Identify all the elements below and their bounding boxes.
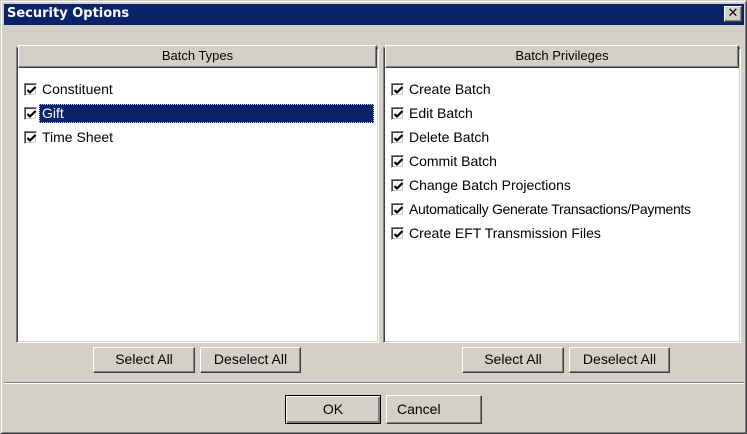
- checkbox-time-sheet[interactable]: [24, 131, 37, 144]
- list-item-label: Constituent: [42, 81, 113, 97]
- list-item-create-eft-files[interactable]: Create EFT Transmission Files: [387, 224, 737, 248]
- checkbox-create-batch[interactable]: [391, 83, 404, 96]
- close-button[interactable]: ✕: [724, 6, 742, 22]
- list-item-constituent[interactable]: Constituent: [20, 80, 375, 104]
- list-item-label: Create EFT Transmission Files: [409, 225, 601, 241]
- batch-types-deselect-all-button[interactable]: Deselect All: [200, 347, 301, 373]
- checkmark-icon: [26, 86, 37, 95]
- checkbox-change-batch-projections[interactable]: [391, 179, 404, 192]
- checkbox-delete-batch[interactable]: [391, 131, 404, 144]
- checkbox-commit-batch[interactable]: [391, 155, 404, 168]
- list-item-label: Change Batch Projections: [409, 177, 571, 193]
- cancel-button[interactable]: Cancel: [386, 395, 482, 424]
- checkmark-icon: [26, 110, 37, 119]
- list-item-label: Commit Batch: [409, 153, 497, 169]
- list-item-auto-generate-transactions[interactable]: Automatically Generate Transactions/Paym…: [387, 200, 737, 224]
- batch-privileges-deselect-all-button[interactable]: Deselect All: [569, 347, 670, 373]
- checkbox-constituent[interactable]: [24, 83, 37, 96]
- checkmark-icon: [393, 110, 404, 119]
- ok-button[interactable]: OK: [285, 395, 381, 424]
- checkbox-gift[interactable]: [24, 107, 37, 120]
- list-item-create-batch[interactable]: Create Batch: [387, 80, 737, 104]
- security-options-dialog: Security Options ✕ Batch Types Constitue…: [0, 0, 747, 434]
- checkbox-create-eft-files[interactable]: [391, 227, 404, 240]
- checkmark-icon: [393, 86, 404, 95]
- batch-types-header: Batch Types: [18, 45, 377, 68]
- batch-types-select-all-button[interactable]: Select All: [93, 347, 195, 373]
- list-item-label: Create Batch: [409, 81, 491, 97]
- checkmark-icon: [393, 206, 404, 215]
- checkmark-icon: [26, 134, 37, 143]
- list-item-label: Automatically Generate Transactions/Paym…: [409, 201, 691, 217]
- batch-types-list: Constituent Gift Time Sheet: [20, 80, 375, 152]
- list-item-time-sheet[interactable]: Time Sheet: [20, 128, 375, 152]
- list-item-delete-batch[interactable]: Delete Batch: [387, 128, 737, 152]
- batch-privileges-select-all-button[interactable]: Select All: [462, 347, 564, 373]
- checkmark-icon: [393, 230, 404, 239]
- checkmark-icon: [393, 182, 404, 191]
- list-item-label: Gift: [42, 105, 64, 121]
- checkmark-icon: [393, 134, 404, 143]
- checkbox-auto-generate-transactions[interactable]: [391, 203, 404, 216]
- title-bar[interactable]: Security Options ✕: [4, 4, 744, 25]
- dialog-title: Security Options: [7, 6, 130, 21]
- checkbox-edit-batch[interactable]: [391, 107, 404, 120]
- batch-privileges-header: Batch Privileges: [385, 45, 739, 68]
- selection-highlight: [39, 104, 374, 123]
- list-item-label: Time Sheet: [42, 129, 114, 145]
- checkmark-icon: [393, 158, 404, 167]
- close-icon: ✕: [727, 6, 739, 21]
- batch-privileges-list: Create Batch Edit Batch Delete Batch Com…: [387, 80, 737, 248]
- list-item-label: Edit Batch: [409, 105, 473, 121]
- list-item-edit-batch[interactable]: Edit Batch: [387, 104, 737, 128]
- footer-divider: [4, 382, 744, 384]
- list-item-change-batch-projections[interactable]: Change Batch Projections: [387, 176, 737, 200]
- list-item-label: Delete Batch: [409, 129, 490, 145]
- list-item-gift[interactable]: Gift: [20, 104, 375, 128]
- list-item-commit-batch[interactable]: Commit Batch: [387, 152, 737, 176]
